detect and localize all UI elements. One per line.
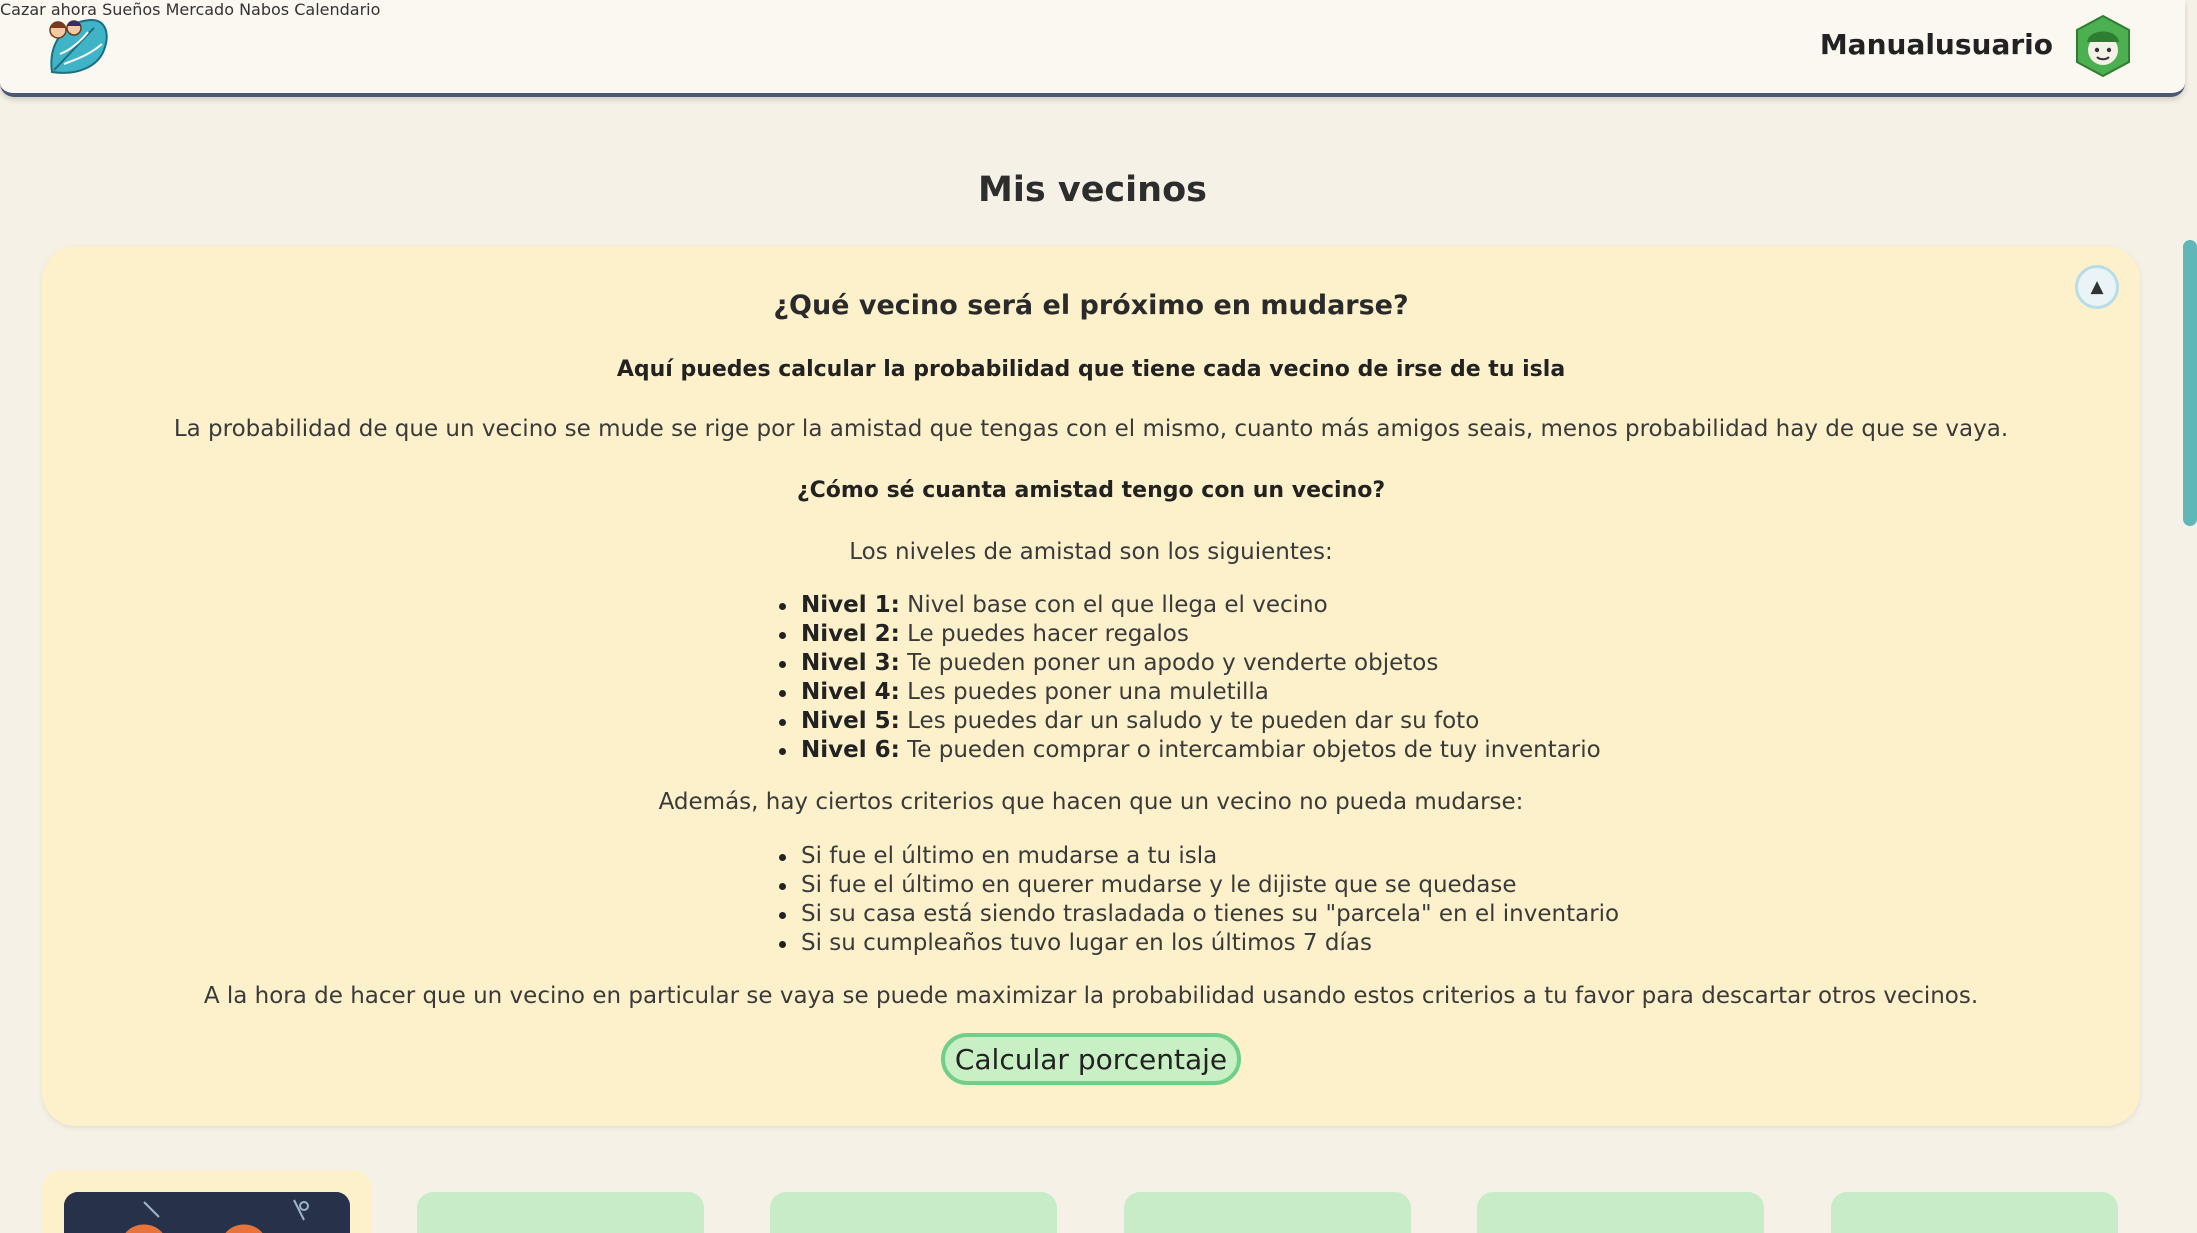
villager-card[interactable]: [1124, 1192, 1411, 1233]
page-title: Mis vecinos: [978, 170, 1207, 210]
villager-card-image[interactable]: [64, 1192, 350, 1233]
list-item: Nivel 2: Le puedes hacer regalos: [776, 620, 1601, 649]
closing-paragraph: A la hora de hacer que un vecino en part…: [203, 983, 1979, 1009]
list-item: Nivel 1: Nivel base con el que llega el …: [776, 591, 1601, 620]
villager-card[interactable]: [770, 1192, 1057, 1233]
friendship-levels-list: Nivel 1: Nivel base con el que llega el …: [776, 591, 1601, 765]
calculate-percentage-button[interactable]: Calcular porcentaje: [941, 1033, 1241, 1085]
villager-avatar-icon[interactable]: [2071, 14, 2135, 78]
level-name: Nivel 3:: [801, 650, 900, 676]
level-text: Les puedes poner una muletilla: [907, 679, 1269, 705]
level-name: Nivel 1:: [801, 592, 900, 618]
list-item: Nivel 6: Te pueden comprar o intercambia…: [776, 736, 1601, 765]
levels-intro: Los niveles de amistad son los siguiente…: [849, 539, 1333, 565]
level-text: Les puedes dar un saludo y te pueden dar…: [907, 708, 1480, 734]
list-item: Si su casa está siendo trasladada o tien…: [776, 900, 1619, 929]
list-item: Nivel 5: Les puedes dar un saludo y te p…: [776, 707, 1601, 736]
villager-portrait-icon: [64, 1192, 350, 1233]
level-text: Le puedes hacer regalos: [907, 621, 1189, 647]
villager-card[interactable]: [417, 1192, 704, 1233]
level-text: Te pueden poner un apodo y venderte obje…: [907, 650, 1439, 676]
panel-subtitle: Aquí puedes calcular la probabilidad que…: [616, 357, 1566, 382]
level-text: Nivel base con el que llega el vecino: [907, 592, 1328, 618]
scrollbar-thumb[interactable]: [2183, 240, 2197, 526]
nav-mercado-nabos[interactable]: Mercado Nabos: [166, 0, 290, 19]
villager-card[interactable]: [1831, 1192, 2118, 1233]
criteria-intro: Además, hay ciertos criterios que hacen …: [658, 789, 1524, 815]
list-item: Nivel 4: Les puedes poner una muletilla: [776, 678, 1601, 707]
leaf-logo-icon[interactable]: [44, 14, 114, 80]
list-item: Si fue el último en querer mudarse y le …: [776, 871, 1619, 900]
list-item: Nivel 3: Te pueden poner un apodo y vend…: [776, 649, 1601, 678]
friendship-question: ¿Cómo sé cuanta amistad tengo con un vec…: [796, 478, 1386, 503]
level-name: Nivel 6:: [801, 737, 900, 763]
top-navbar: Cazar ahora Sueños Mercado Nabos Calenda…: [0, 0, 2185, 97]
nav-calendario[interactable]: Calendario: [294, 0, 380, 19]
level-name: Nivel 2:: [801, 621, 900, 647]
level-name: Nivel 5:: [801, 708, 900, 734]
villager-card[interactable]: [1477, 1192, 1764, 1233]
list-item: Si su cumpleaños tuvo lugar en los últim…: [776, 929, 1619, 958]
move-criteria-list: Si fue el último en mudarse a tu isla Si…: [776, 842, 1619, 958]
intro-paragraph: La probabilidad de que un vecino se mude…: [173, 416, 2009, 442]
level-name: Nivel 4:: [801, 679, 900, 705]
panel-question-title: ¿Qué vecino será el próximo en mudarse?: [773, 290, 1409, 321]
list-item: Si fue el último en mudarse a tu isla: [776, 842, 1619, 871]
username-label[interactable]: Manualusuario: [1820, 28, 2053, 61]
level-text: Te pueden comprar o intercambiar objetos…: [907, 737, 1601, 763]
